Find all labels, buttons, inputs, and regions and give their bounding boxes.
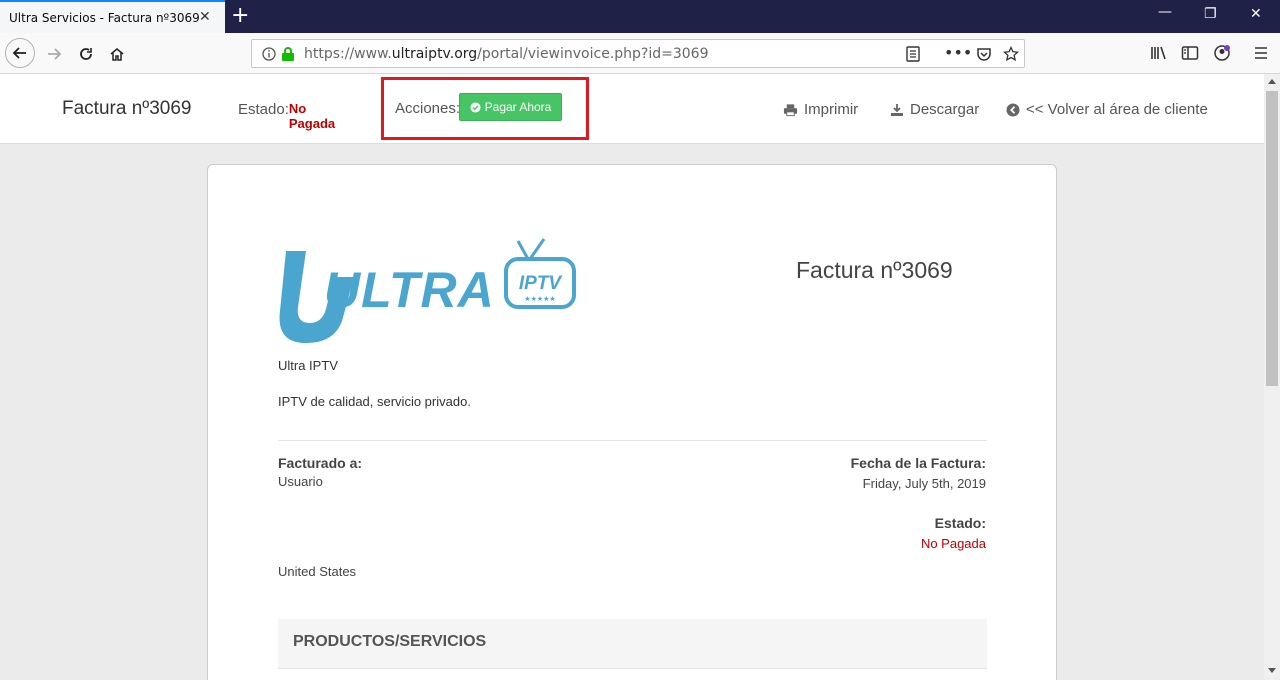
highlight-annotation [381,77,589,140]
nav-bar: https://www.ultraiptv.org/portal/viewinv… [0,33,1280,74]
print-link[interactable]: Imprimir [783,101,858,118]
pocket-icon[interactable] [976,46,992,62]
page-title: Factura nº3069 [62,98,192,119]
print-icon [783,103,798,116]
back-arrow-icon [12,47,26,59]
library-icon[interactable] [1150,45,1168,61]
home-button[interactable] [103,40,131,68]
restore-icon[interactable]: ❐ [1204,6,1217,22]
billed-to-name: Usuario [278,474,323,489]
bookmark-star-icon[interactable] [1003,46,1019,62]
logo-stars-icon: ★★★★★ [524,295,555,303]
logo-badge-text: IPTV [519,273,563,294]
scroll-up-icon[interactable] [1268,79,1276,84]
home-icon [110,48,124,61]
page-actions-icon[interactable]: ••• [944,43,972,62]
url-bar[interactable]: https://www.ultraiptv.org/portal/viewinv… [251,39,1025,68]
forward-arrow-icon [48,48,62,60]
ultra-iptv-logo: ULTRA IPTV ★★★★★ [279,238,576,343]
back-to-client-label: << Volver al área de cliente [1026,101,1208,118]
invoice-status-label: Estado: [934,515,986,531]
download-label: Descargar [910,101,980,118]
divider [278,440,987,441]
logo-text: ULTRA [324,262,495,318]
download-link[interactable]: Descargar [890,101,979,118]
url-text[interactable]: https://www.ultraiptv.org/portal/viewinv… [304,46,709,62]
invoice-header-bar: Factura nº3069 Estado: No Pagada Accione… [0,74,1264,144]
reader-view-icon[interactable] [906,46,920,62]
company-name: Ultra IPTV [278,358,338,373]
window-close-icon[interactable]: ✕ [1250,6,1262,22]
billed-to-label: Facturado a: [278,455,363,471]
status-indicator: Estado: No Pagada [238,101,335,131]
invoice-title: Factura nº3069 [796,257,953,283]
arrow-circle-left-icon [1006,103,1020,116]
tab-strip: Ultra Servicios - Factura nº3069 ✕ + — ❐… [0,0,1280,33]
reload-button[interactable] [72,40,100,68]
menu-icon[interactable] [1253,45,1269,61]
sidebar-icon[interactable] [1181,45,1199,61]
info-icon[interactable] [261,46,277,62]
status-value: No Pagada [288,101,336,131]
account-icon[interactable] [1213,44,1231,62]
invoice-date-value: Friday, July 5th, 2019 [862,476,986,491]
scroll-thumb[interactable] [1266,91,1278,386]
back-button[interactable] [5,38,35,68]
products-heading: PRODUCTOS/SERVICIOS [293,633,487,650]
lock-icon[interactable] [281,46,295,62]
download-icon [891,103,903,116]
tab-title: Ultra Servicios - Factura nº3069 [9,11,200,25]
tab-close-icon[interactable]: ✕ [199,9,211,25]
scroll-down-icon[interactable] [1268,668,1276,673]
print-label: Imprimir [804,101,859,118]
invoice-status-value: No Pagada [920,536,986,551]
status-label: Estado: [238,101,289,118]
minimize-icon[interactable]: — [1158,4,1172,20]
products-header: PRODUCTOS/SERVICIOS [278,619,987,669]
new-tab-icon[interactable]: + [231,3,249,28]
reload-icon [80,48,92,60]
page-scrollbar[interactable] [1264,74,1280,680]
tab-active[interactable]: Ultra Servicios - Factura nº3069 ✕ [0,0,225,33]
forward-button[interactable] [40,40,68,68]
invoice-date-label: Fecha de la Factura: [850,455,986,471]
company-tagline: IPTV de calidad, servicio privado. [278,394,471,409]
billed-to-country: United States [278,564,357,579]
back-to-client-link[interactable]: << Volver al área de cliente [1006,101,1208,118]
invoice-card: ULTRA IPTV ★★★★★ Factura nº3069 Ultra IP… [207,164,1057,680]
